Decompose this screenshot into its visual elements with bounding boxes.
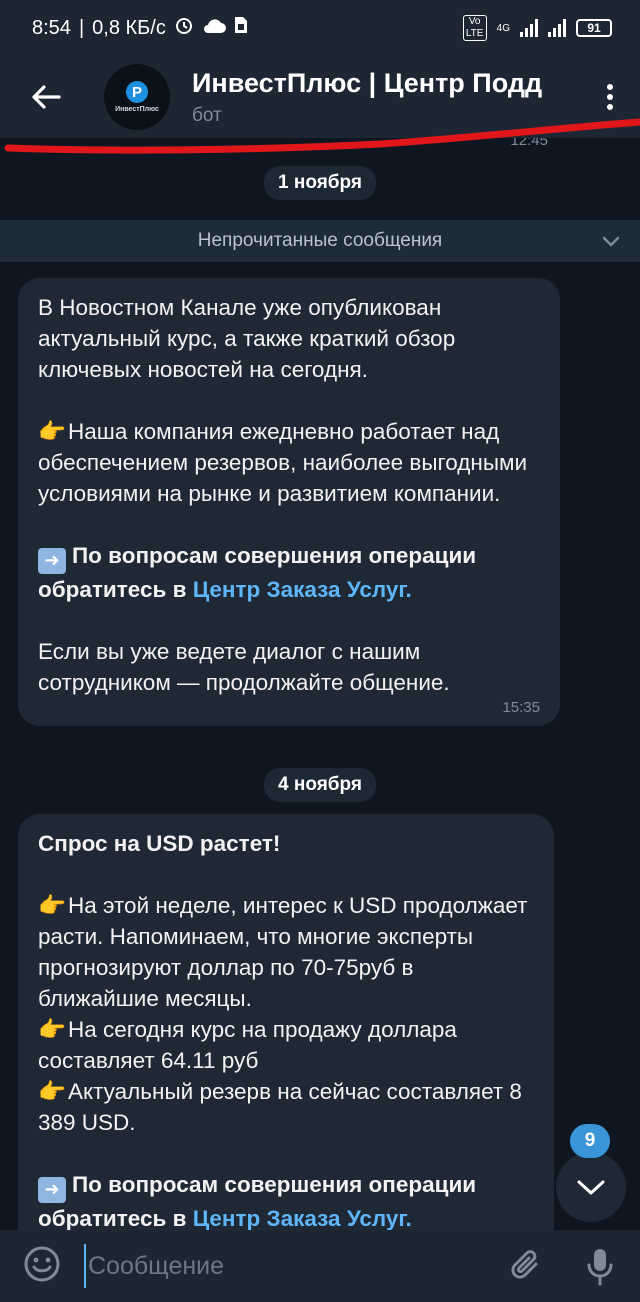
order-center-link[interactable]: Центр Заказа Услуг. — [193, 1206, 412, 1231]
message-text: 👉На сегодня курс на продажу доллара сост… — [38, 1014, 534, 1076]
net-type: 4G — [496, 22, 510, 34]
message-text: Если вы уже ведете диалог с нашим сотруд… — [38, 638, 450, 695]
avatar[interactable]: P ИнвестПлюс — [104, 64, 170, 130]
message-text: В Новостном Канале уже опубликован актуа… — [38, 295, 456, 382]
cloud-icon — [202, 17, 226, 40]
signal-icon — [520, 19, 538, 37]
order-center-link[interactable]: Центр Заказа Услуг. — [193, 577, 412, 602]
paperclip-icon[interactable] — [506, 1246, 546, 1286]
signal-icon-2 — [548, 19, 566, 37]
date-separator: 4 ноября — [264, 768, 376, 802]
microphone-icon[interactable] — [582, 1246, 618, 1286]
menu-dots-icon[interactable] — [600, 79, 620, 115]
message-text: 👉Наша компания ежедневно работает над об… — [38, 416, 540, 509]
previous-message-time: 12:45 — [510, 138, 548, 149]
unread-label: Непрочитанные сообщения — [197, 230, 443, 251]
alarm-icon — [174, 15, 194, 41]
pointing-hand-icon: 👉 — [38, 419, 67, 444]
right-arrow-icon: ➜ — [38, 1176, 66, 1203]
date-separator: 1 ноября — [264, 166, 376, 200]
emoji-icon[interactable] — [22, 1244, 62, 1289]
chevron-down-icon — [577, 1180, 605, 1195]
unread-messages-bar: Непрочитанные сообщения — [0, 220, 640, 262]
status-bar: 8:54 | 0,8 КБ/с Vo LTE 4G 91 — [0, 0, 640, 56]
scroll-down-button[interactable] — [556, 1152, 626, 1222]
volte-label: Vo LTE — [462, 15, 487, 41]
message-text: ➜ По вопросам совершения операции обратит… — [38, 1172, 477, 1231]
status-time: 8:54 — [32, 16, 71, 39]
chat-header: P ИнвестПлюс ИнвестПлюс | Центр Подд бот — [0, 56, 640, 138]
pointing-hand-icon: 👉 — [38, 1079, 67, 1104]
avatar-text: ИнвестПлюс — [115, 106, 159, 113]
message-title: Спрос на USD растет! — [38, 831, 281, 856]
message-bubble[interactable]: Спрос на USD растет! 👉На этой неделе, ин… — [18, 814, 554, 1230]
input-bar — [0, 1230, 640, 1302]
status-left: 8:54 | 0,8 КБ/с — [32, 15, 248, 41]
chevron-down-icon[interactable] — [600, 230, 622, 258]
title-block[interactable]: ИнвестПлюс | Центр Подд бот — [192, 68, 572, 127]
message-text: 👉Актуальный резерв на сейчас составляет … — [38, 1076, 534, 1138]
status-right: Vo LTE 4G 91 — [462, 15, 612, 41]
unread-count-badge: 9 — [570, 1124, 610, 1158]
chat-title: ИнвестПлюс | Центр Подд — [192, 67, 543, 98]
back-button[interactable] — [28, 79, 64, 115]
sim-icon — [234, 16, 248, 40]
chat-area[interactable]: 12:45 1 ноября Непрочитанные сообщения В… — [0, 138, 640, 1230]
back-arrow-icon — [32, 85, 61, 109]
message-input[interactable] — [84, 1244, 504, 1288]
battery-icon: 91 — [576, 19, 612, 37]
avatar-logo: P — [126, 81, 148, 103]
message-bubble[interactable]: В Новостном Канале уже опубликован актуа… — [18, 278, 560, 726]
pointing-hand-icon: 👉 — [38, 1017, 67, 1042]
message-text: ➜ По вопросам совершения операции обратит… — [38, 543, 477, 602]
pointing-hand-icon: 👉 — [38, 893, 67, 918]
status-speed: 0,8 КБ/с — [92, 16, 166, 39]
right-arrow-icon: ➜ — [38, 547, 66, 574]
message-time: 15:35 — [502, 698, 540, 716]
chat-subtitle: бот — [192, 104, 222, 126]
message-text: 👉На этой неделе, интерес к USD продолжае… — [38, 890, 534, 1014]
